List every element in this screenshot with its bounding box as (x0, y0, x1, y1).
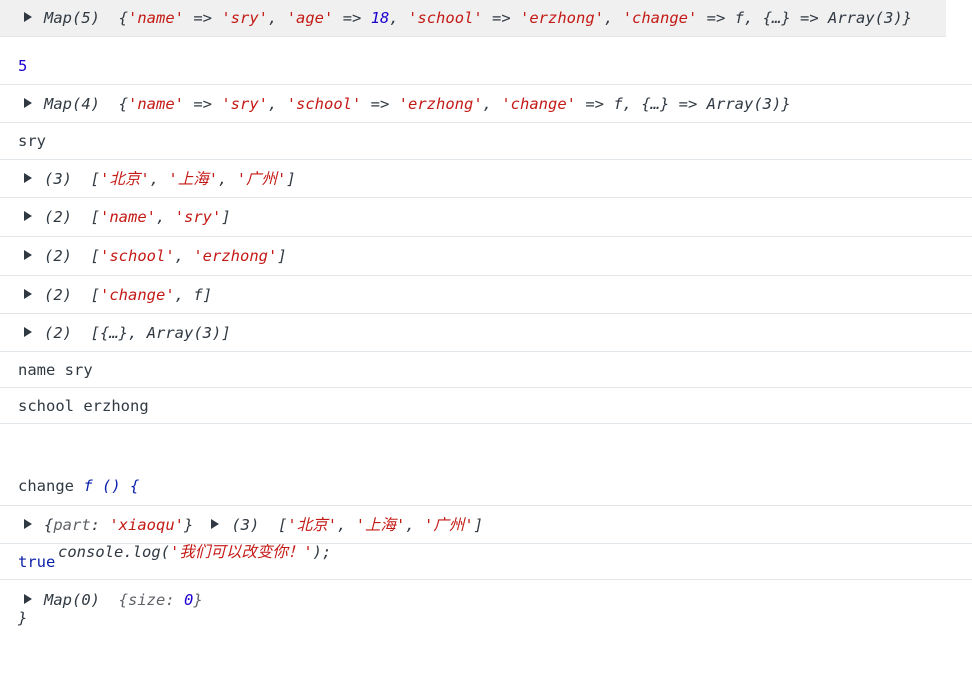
log-text: school erzhong (18, 396, 149, 415)
expand-triangle-icon[interactable] (24, 326, 32, 337)
number-value: 5 (18, 56, 28, 75)
array-count: (2) (44, 323, 72, 342)
map-label: Map(0) (44, 591, 100, 609)
array-count: (2) (44, 247, 72, 265)
array-count: (2) (44, 285, 72, 304)
expand-triangle-icon[interactable] (24, 594, 32, 604)
console-row-map0[interactable]: Map(0) {size: 0} (0, 580, 972, 620)
console-row-text: name sry (0, 352, 972, 388)
expand-triangle-icon[interactable] (211, 518, 220, 529)
map-label: Map(4) (44, 94, 100, 113)
expand-triangle-icon[interactable] (24, 12, 32, 22)
array-count: (3) (231, 515, 260, 534)
expand-triangle-icon[interactable] (24, 288, 32, 299)
console-row-array-school[interactable]: (2) ['school', 'erzhong'] (0, 237, 972, 276)
log-text: name sry (18, 360, 93, 379)
console-row-function: change f () { console.log('我们可以改变你！'); } (0, 424, 972, 627)
function-signature: f () { (83, 477, 140, 495)
array-count: (2) (44, 208, 72, 226)
console-row-boolean: true (0, 544, 972, 580)
console-row-array-name[interactable]: (2) ['name', 'sry'] (0, 198, 972, 237)
console-row-array-cities[interactable]: (3) ['北京', '上海', '广州'] (0, 160, 972, 198)
console-row-map5[interactable]: Map(5) {'name' => 'sry', 'age' => 18, 's… (0, 0, 946, 37)
console-row-text: school erzhong (0, 388, 972, 424)
expand-triangle-icon[interactable] (24, 97, 32, 108)
boolean-value: true (18, 552, 56, 571)
console-row-number: 5 (0, 47, 972, 85)
function-signature-line: change f () { (18, 475, 972, 497)
expand-triangle-icon[interactable] (24, 518, 32, 529)
console-row-string: sry (0, 123, 972, 160)
expand-triangle-icon[interactable] (24, 172, 32, 183)
console-row-array-obj[interactable]: (2) [{…}, Array(3)] (0, 314, 972, 352)
console-row-object-array[interactable]: {part: 'xiaoqu'} (3) ['北京', '上海', '广州'] (0, 506, 972, 544)
devtools-console: Map(5) {'name' => 'sry', 'age' => 18, 's… (0, 0, 972, 627)
expand-triangle-icon[interactable] (24, 211, 32, 221)
function-key: change (18, 477, 74, 495)
expand-triangle-icon[interactable] (24, 250, 32, 260)
array-count: (3) (44, 169, 72, 188)
map-label: Map(5) (44, 9, 100, 27)
string-value: sry (18, 132, 46, 150)
console-row-array-change[interactable]: (2) ['change', f] (0, 276, 972, 314)
console-row-map4[interactable]: Map(4) {'name' => 'sry', 'school' => 'er… (0, 85, 972, 123)
